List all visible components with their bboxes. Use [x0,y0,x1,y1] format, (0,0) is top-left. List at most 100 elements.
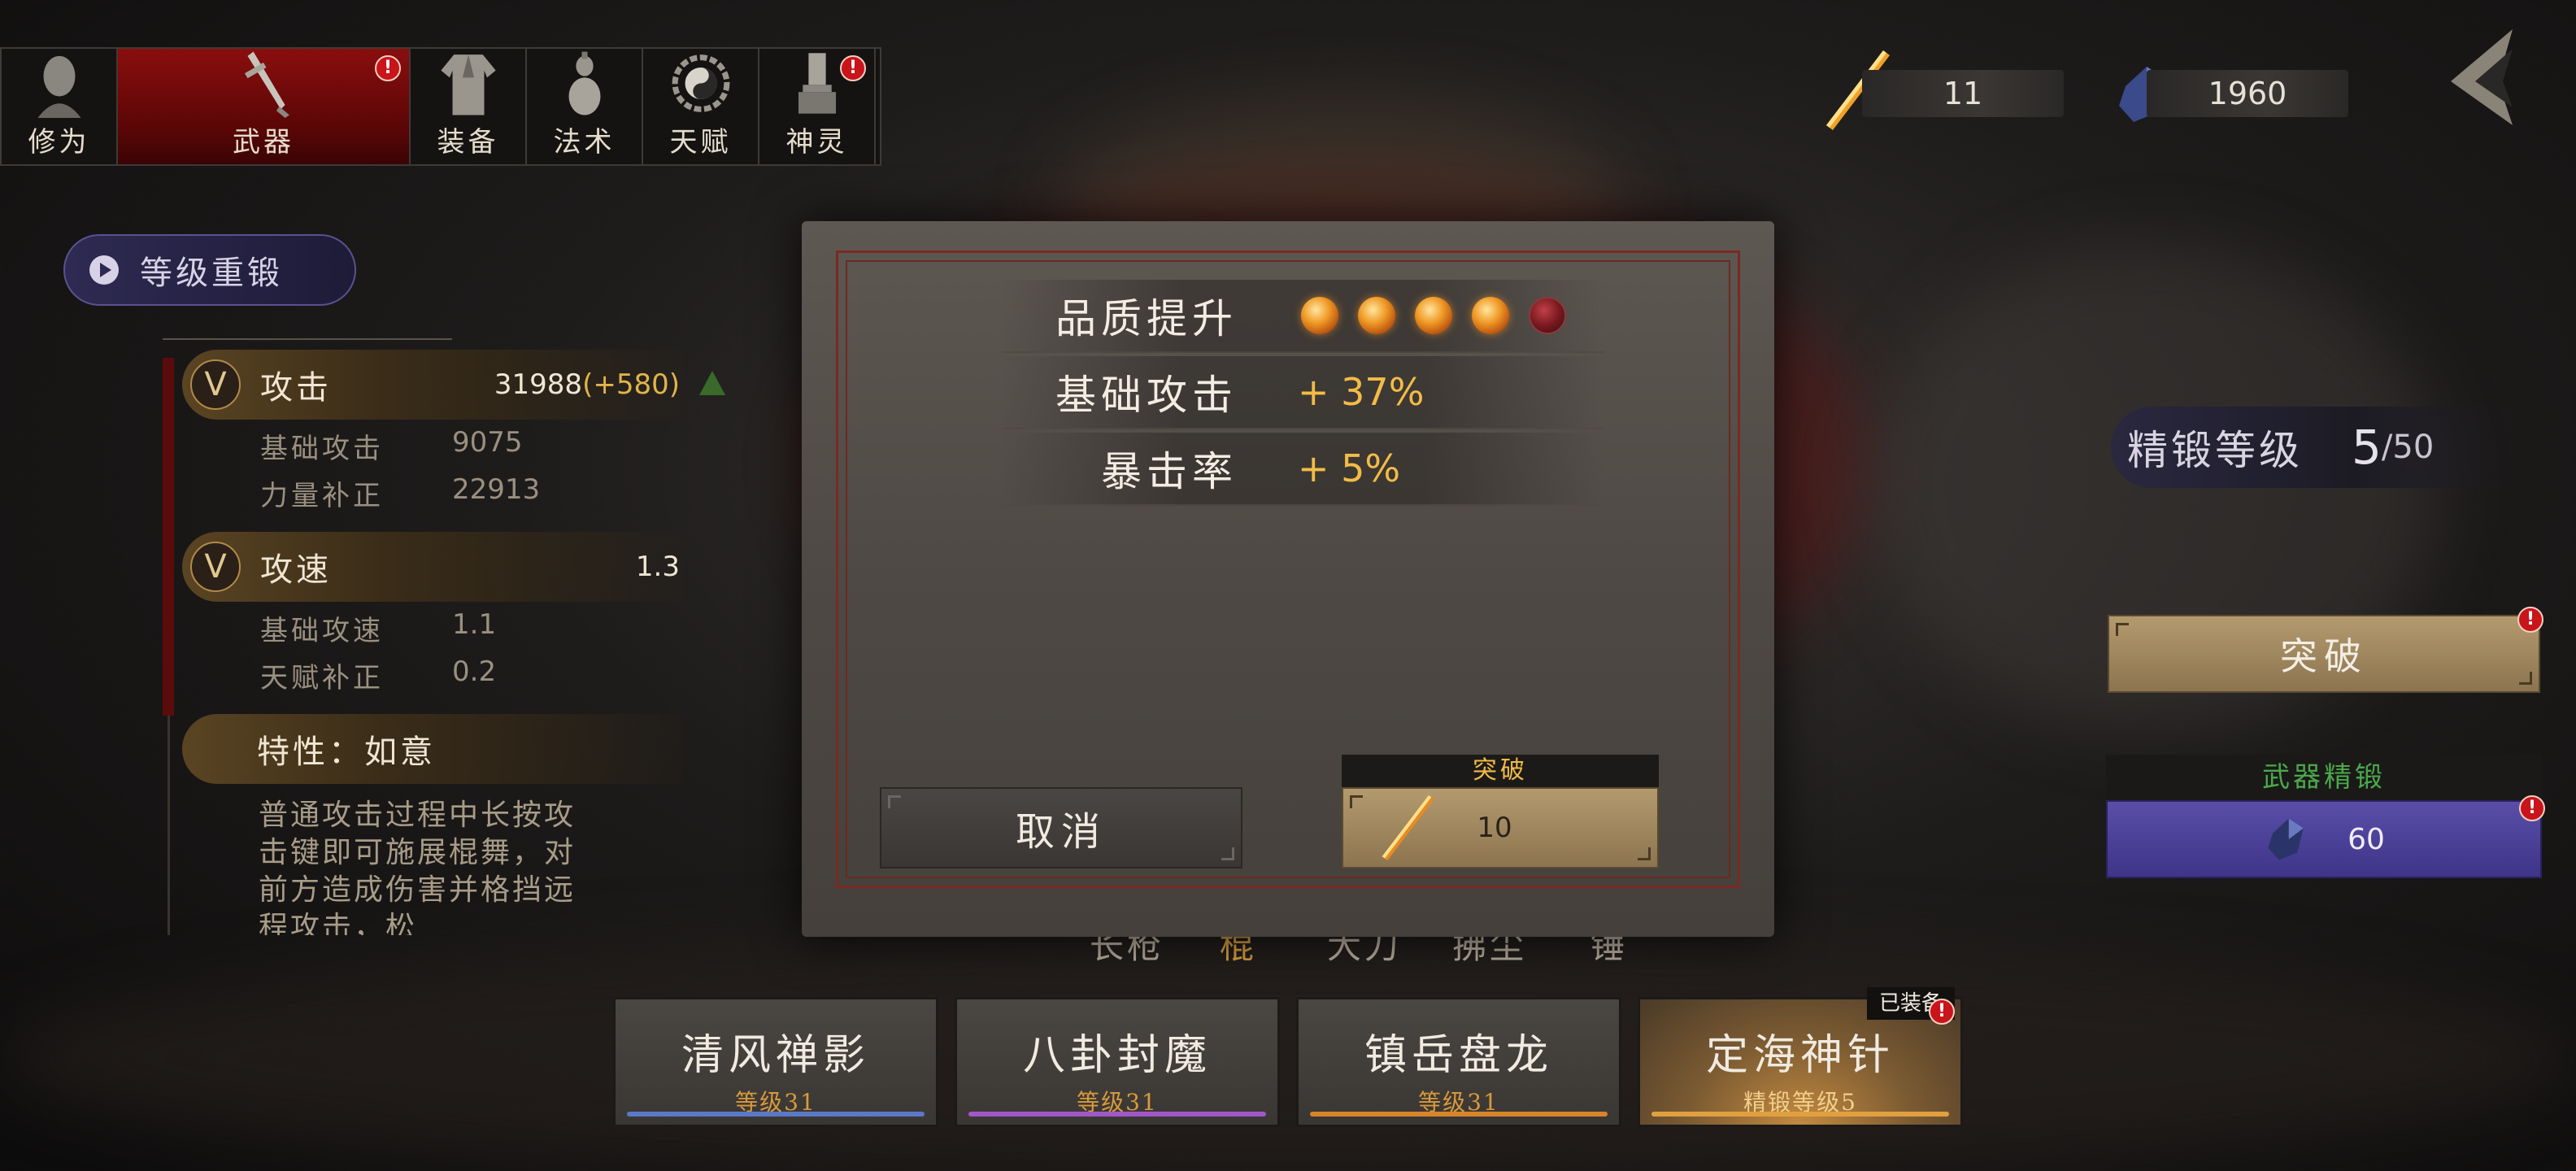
sub-stat-label: 基础攻速 [260,615,384,647]
weapon-refine-cost: 60 [2348,822,2385,856]
quality-orbs [1301,297,1586,334]
base-attack-label: 基础攻击 [1055,372,1238,419]
corner-ornament [2116,623,2129,636]
weapon-refine-button[interactable]: 60 ! [2106,795,2545,878]
blue-crystal-icon [2268,818,2304,860]
weapon-card[interactable]: 镇岳盘龙 等级31 [1296,997,1621,1127]
sub-stat-row: 基础攻速 1.1 [260,608,496,648]
chevron-down-icon: V [190,542,241,592]
alert-badge: ! [840,55,866,81]
attack-header[interactable]: V 攻击 31988(+580) [182,350,683,420]
speed-value: 1.3 [635,551,680,583]
cancel-label: 取消 [1015,809,1107,855]
weapon-refine-title: 武器精锻 [2106,755,2542,800]
back-arrow-icon[interactable] [2435,24,2532,130]
tab-label: 装备 [437,126,499,159]
breakthrough-dialog: 品质提升 基础攻击 + 37% 暴击率 + 5% 取消 突破 10 [802,221,1774,937]
breakthrough-button[interactable]: 突破 ! [2108,607,2543,693]
weapon-rarity-bar [1651,1112,1949,1117]
sub-stat-row: 基础攻击 9075 [260,426,523,466]
sword-icon [244,51,289,118]
divider [163,338,452,340]
shrine-icon [798,53,836,114]
base-attack-value: + 37% [1298,370,1425,414]
level-reforge-button[interactable]: 等级重锻 [63,234,356,306]
corner-ornament [1350,795,1363,808]
stat-name: 攻击 [260,369,332,407]
gourd-icon [568,51,600,115]
weapon-card[interactable]: 八卦封魔 等级31 [955,997,1280,1127]
tab-label: 修为 [28,126,90,159]
quality-row: 品质提升 [1002,280,1603,353]
quality-orb-lit [1472,297,1509,334]
weapon-rarity-bar [1310,1112,1608,1117]
refine-level-display: 精锻等级 5/50 [2111,407,2517,488]
trait-name: 特性：如意 [257,734,436,771]
tab-label: 武器 [233,126,294,159]
attack-number: 31988 [494,368,583,401]
alert-badge: ! [375,55,401,81]
arrow-up-icon [699,371,725,395]
stat-name: 攻速 [260,551,332,589]
tab-deity[interactable]: 神灵 ! [759,49,876,164]
spark-currency: 11 [1862,70,2064,117]
refine-label: 精锻等级 [2127,427,2303,474]
tab-spells[interactable]: 法术 [527,49,643,164]
corner-ornament [1221,847,1234,860]
sub-stat-label: 力量补正 [260,480,384,512]
chevron-down-icon: V [190,359,241,410]
trait-description: 普通攻击过程中长按攻击键即可施展棍舞，对前方造成伤害并格挡远程攻击，松 [259,799,577,935]
crit-row: 暴击率 + 5% [1002,433,1603,506]
refine-level-value: 5 [2352,420,2382,475]
sub-stat-label: 天赋补正 [260,662,384,694]
weapon-name: 清风禅影 [681,1031,870,1080]
weapon-rarity-bar [968,1112,1266,1117]
weapon-name: 镇岳盘龙 [1364,1031,1553,1080]
quality-orb-lit [1301,297,1338,334]
tab-equipment[interactable]: 装备 [411,49,527,164]
stats-panel: V 攻击 31988(+580) 基础攻击 9075 力量补正 22913 V 攻速… [163,342,683,935]
sub-stat-label: 基础攻击 [260,433,384,465]
corner-ornament [2519,672,2532,685]
alert-badge: ! [2517,607,2543,633]
tab-label: 法术 [553,126,616,159]
crit-label: 暴击率 [1101,448,1238,495]
sub-stat-value: 1.1 [452,608,497,641]
alert-badge: ! [2519,795,2545,821]
weapon-card[interactable]: 清风禅影 等级31 [613,997,938,1127]
top-tab-bar: 修为 武器 ! 装备 法术 天赋 神灵 ! [0,47,881,166]
spark-count: 11 [1943,76,1983,111]
tab-cultivation[interactable]: 修为 [2,49,118,164]
quality-orb-empty [1529,297,1566,334]
quality-orb-lit [1415,297,1452,334]
breakthrough-label: 突破 [2280,634,2368,678]
base-attack-row: 基础攻击 + 37% [1002,356,1603,429]
sub-stat-value: 0.2 [452,655,497,688]
trait-header: 特性：如意 [182,714,683,784]
cancel-button[interactable]: 取消 [880,787,1242,868]
crit-value: + 5% [1298,446,1401,490]
quality-orb-lit [1358,297,1395,334]
tab-label: 天赋 [669,126,732,159]
face-icon [37,55,81,118]
attack-bonus: (+580) [582,368,680,401]
corner-ornament [1638,847,1651,860]
tab-weapon[interactable]: 武器 ! [118,49,411,164]
tab-talent[interactable]: 天赋 [643,49,759,164]
crystal-currency: 1960 [2147,70,2348,117]
bagua-icon [672,54,729,112]
confirm-cost: 10 [1477,812,1512,844]
refine-level-max: /50 [2381,429,2435,466]
sub-stat-row: 天赋补正 0.2 [260,655,496,695]
weapon-rarity-bar [627,1112,925,1117]
corner-ornament [888,795,901,808]
play-icon [89,255,119,285]
confirm-breakthrough-button[interactable]: 10 [1342,787,1659,868]
confirm-title: 突破 [1342,755,1659,787]
weapon-name: 八卦封魔 [1022,1031,1212,1080]
weapon-name: 定海神针 [1705,1031,1895,1080]
attack-value: 31988(+580) [494,368,680,401]
speed-header[interactable]: V 攻速 1.3 [182,532,683,602]
tab-label: 神灵 [785,126,848,159]
crystal-count: 1960 [2208,76,2287,111]
